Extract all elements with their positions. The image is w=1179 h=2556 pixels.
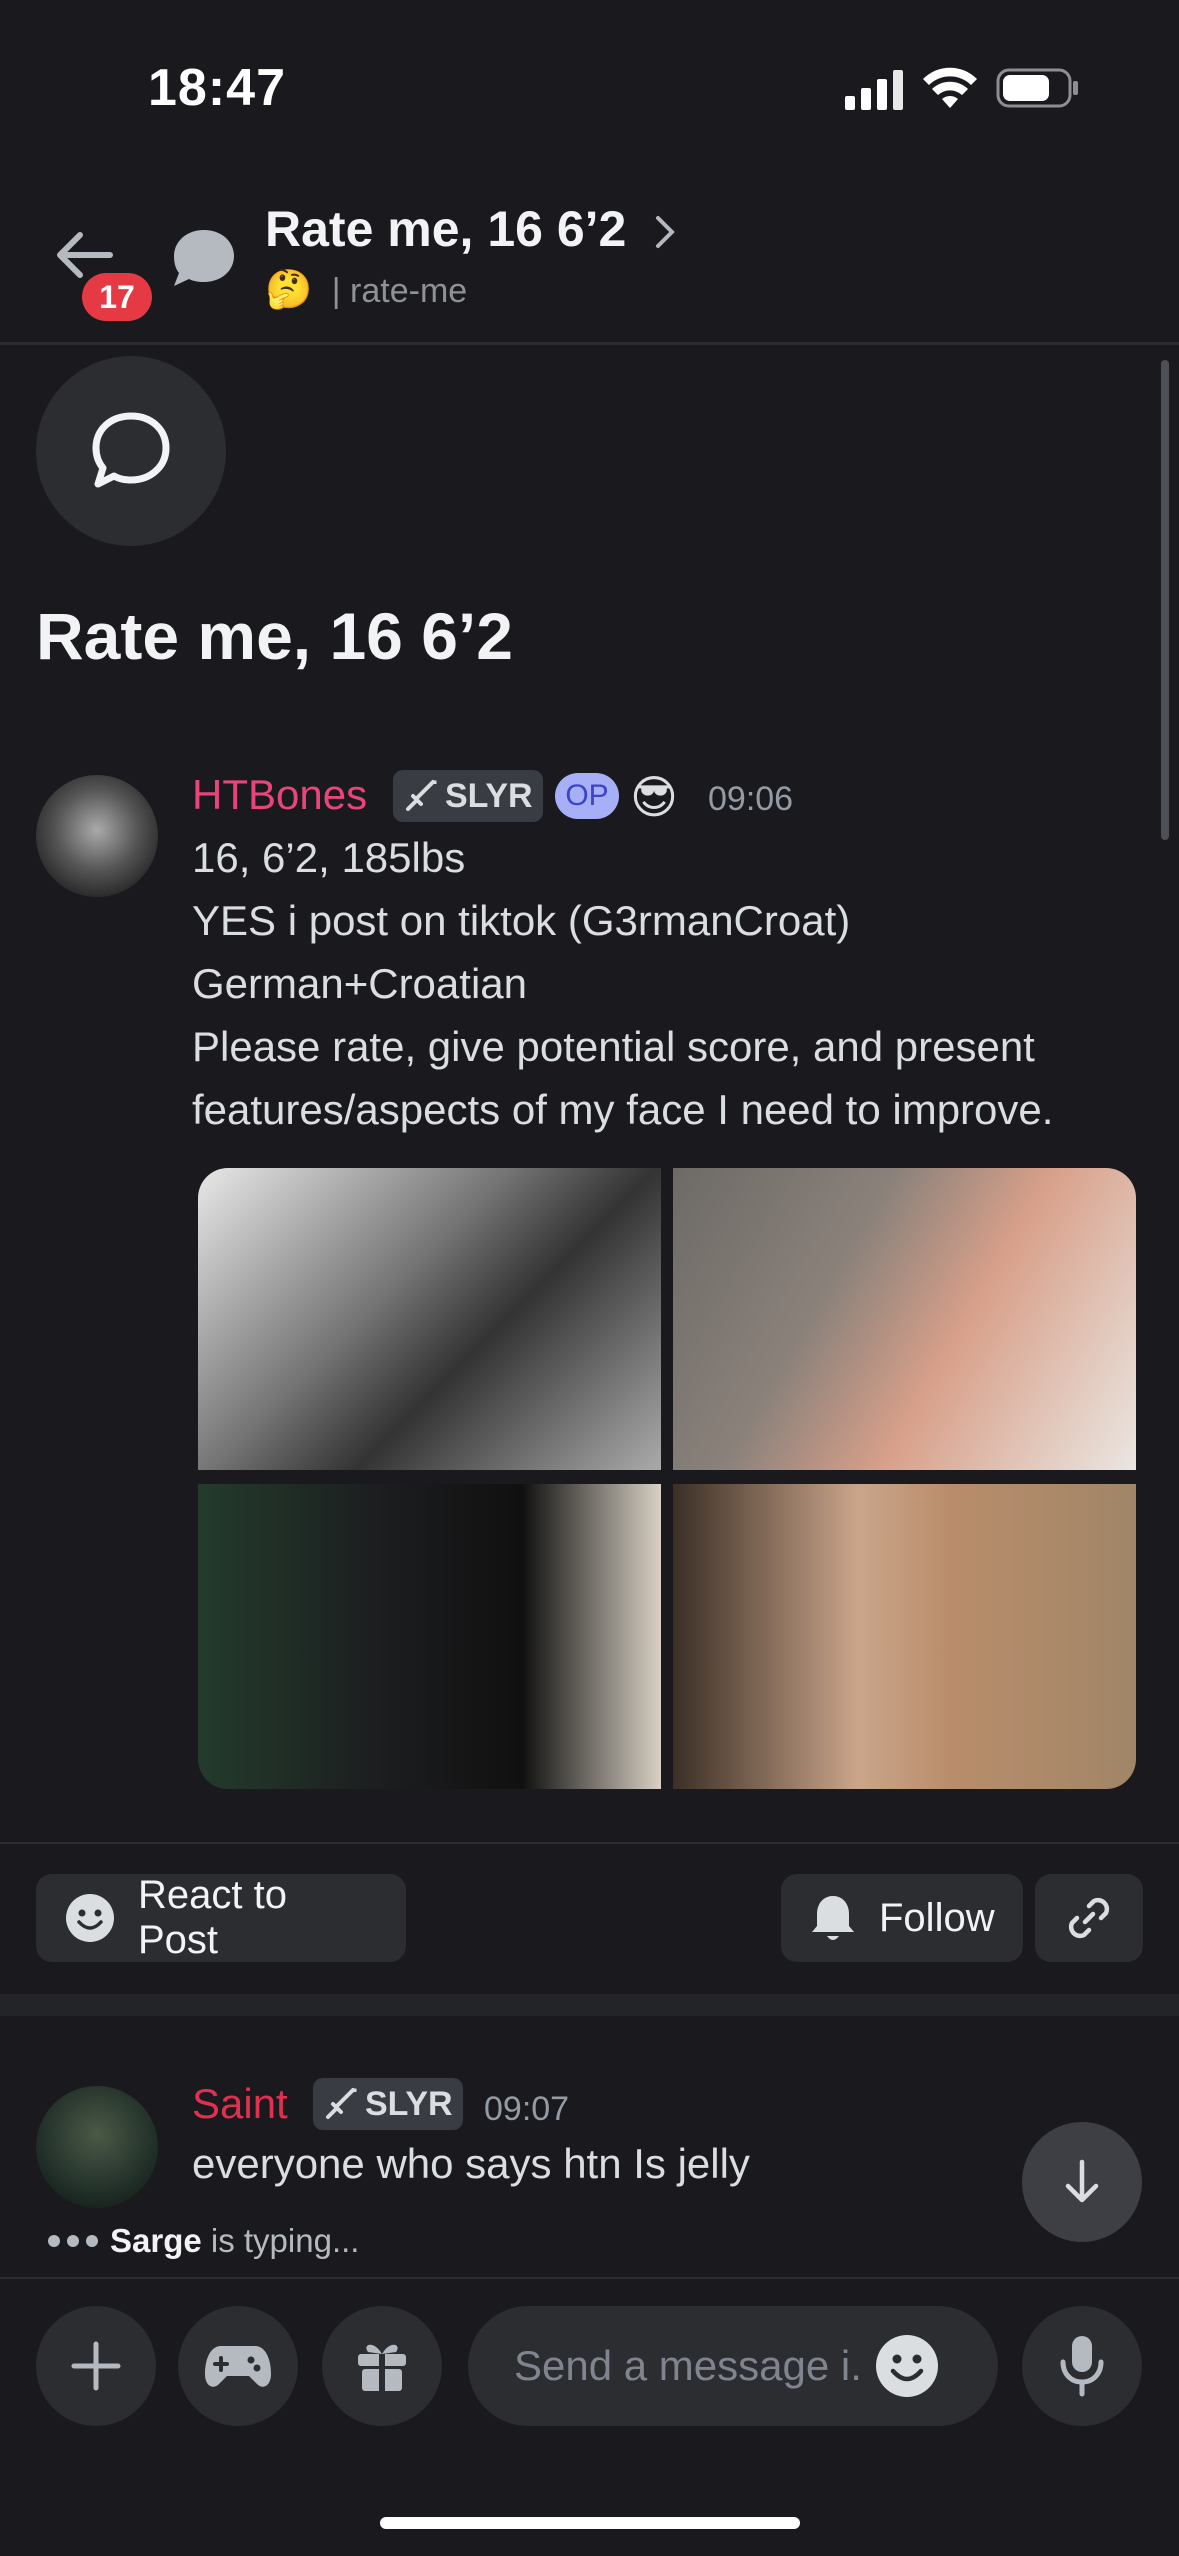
gamepad-icon	[205, 2346, 271, 2387]
chat-bubble-icon	[92, 412, 170, 488]
message-text: everyone who says htn Is jelly	[192, 2140, 750, 2187]
message-line: 16, 6’2, 185lbs	[192, 834, 466, 881]
follow-button[interactable]: Follow	[781, 1874, 1023, 1962]
arrow-down-icon	[1065, 2159, 1099, 2203]
typing-suffix: is typing...	[201, 2222, 360, 2259]
attachment-image[interactable]	[673, 1168, 1136, 1470]
emoji-picker-icon[interactable]	[874, 2333, 940, 2399]
battery-icon	[996, 66, 1080, 115]
wifi-icon	[922, 66, 978, 115]
unread-badge: 17	[82, 273, 152, 321]
add-attachment-button[interactable]	[36, 2306, 156, 2426]
divider	[0, 2277, 1179, 2279]
post-title: Rate me, 16 6’2	[36, 599, 513, 673]
message-timestamp: 09:06	[708, 780, 794, 818]
section-divider	[0, 1994, 1179, 2016]
message-input[interactable]	[468, 2306, 998, 2426]
sword-icon	[406, 780, 437, 811]
guild-tag-label: SLYR	[365, 2084, 453, 2123]
guild-tag[interactable]: SLYR	[393, 770, 543, 822]
home-indicator[interactable]	[380, 2517, 800, 2529]
thread-icon-circle	[36, 356, 226, 546]
avatar[interactable]	[36, 2086, 158, 2208]
thread-subtitle: 🤔 | rate-me	[265, 268, 467, 312]
header-divider	[0, 342, 1179, 345]
copy-link-button[interactable]	[1035, 1874, 1143, 1962]
attachment-image[interactable]	[673, 1484, 1136, 1789]
channel-name: | rate-me	[331, 272, 468, 310]
typing-user: Sarge	[110, 2222, 202, 2259]
sunglasses-emoji: 😎	[630, 771, 678, 823]
sword-icon	[326, 2088, 357, 2119]
react-label: React to Post	[137, 1873, 287, 1962]
scrollbar[interactable]	[1161, 360, 1169, 840]
react-to-post-button[interactable]: React to Post	[36, 1873, 406, 1962]
guild-tag-label: SLYR	[445, 776, 533, 815]
gift-icon	[358, 2344, 406, 2391]
follow-label: Follow	[879, 1895, 995, 1940]
jump-to-bottom-button[interactable]	[1022, 2122, 1142, 2242]
thread-title[interactable]: Rate me, 16 6’2	[265, 200, 678, 262]
attachment-image[interactable]	[198, 1168, 661, 1470]
plus-icon	[71, 2341, 121, 2391]
divider	[0, 1842, 1179, 1844]
smiley-icon	[65, 1894, 114, 1942]
typing-indicator: Sarge is typing...	[48, 2222, 359, 2260]
message-input-field[interactable]	[512, 2341, 866, 2391]
activities-button[interactable]	[178, 2306, 298, 2426]
guild-tag[interactable]: SLYR	[313, 2078, 463, 2130]
link-icon	[1068, 1897, 1110, 1939]
message-timestamp: 09:07	[484, 2090, 570, 2128]
author-name[interactable]: Saint	[192, 2080, 288, 2128]
attachment-image[interactable]	[198, 1484, 661, 1789]
typing-dots-icon	[48, 2235, 98, 2247]
message-line: features/aspects of my face I need to im…	[192, 1086, 1054, 1133]
thread-bubble-icon	[168, 224, 240, 301]
author-name[interactable]: HTBones	[192, 771, 367, 819]
status-time: 18:47	[148, 59, 286, 117]
avatar[interactable]	[36, 775, 158, 897]
message-line: YES i post on tiktok (G3rmanCroat)	[192, 897, 851, 944]
thinking-emoji: 🤔	[265, 269, 313, 311]
microphone-icon	[1060, 2336, 1104, 2397]
gift-button[interactable]	[322, 2306, 442, 2426]
message-line: German+Croatian	[192, 960, 527, 1007]
cellular-signal-icon	[845, 70, 907, 115]
op-badge: OP	[555, 773, 619, 819]
bell-icon	[812, 1896, 854, 1940]
message-line: Please rate, give potential score, and p…	[192, 1023, 1035, 1070]
thread-title-text: Rate me, 16 6’2	[265, 201, 627, 257]
voice-message-button[interactable]	[1022, 2306, 1142, 2426]
chevron-right-icon	[654, 204, 678, 262]
